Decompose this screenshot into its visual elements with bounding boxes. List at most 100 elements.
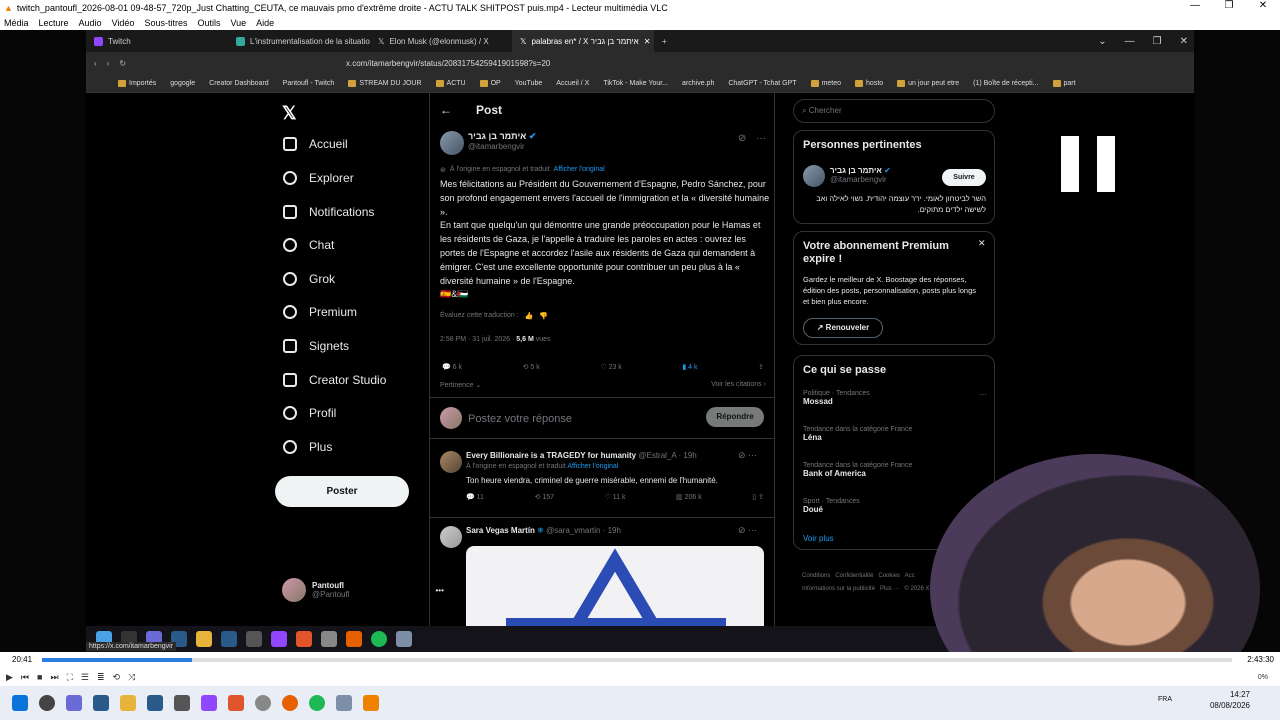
nav-creator-studio[interactable]: Creator Studio — [283, 373, 386, 387]
bookmark-icon[interactable]: ▯ ⇪ — [752, 493, 764, 501]
brave-icon[interactable] — [228, 695, 244, 711]
bookmark[interactable]: gogogle — [170, 80, 195, 87]
menu-audio[interactable]: Audio — [79, 18, 102, 28]
follow-button[interactable]: Suivre — [942, 169, 986, 186]
bookmark[interactable]: OP — [479, 79, 501, 87]
views-action[interactable]: ▥ 206 k — [676, 493, 702, 501]
bookmark[interactable]: part — [1052, 79, 1076, 87]
browser-minimize[interactable]: — — [1125, 36, 1135, 47]
renew-button[interactable]: ↗ Renouveler — [803, 318, 883, 338]
next-icon[interactable]: ⏭ — [50, 672, 58, 683]
bookmark[interactable]: hosto — [855, 79, 883, 87]
nav-premium[interactable]: Premium — [283, 305, 357, 319]
like-action[interactable]: ♡ 11 k — [605, 493, 626, 501]
search-input[interactable]: ⌕ Chercher — [793, 99, 995, 123]
firefox-icon[interactable] — [282, 695, 298, 711]
browser-maximize[interactable]: ❐ — [1153, 36, 1162, 47]
folder-icon[interactable] — [120, 695, 136, 711]
trend-item[interactable]: Tendance dans la catégorie France Bank of… — [803, 462, 987, 478]
reply-action[interactable]: 💬 6 k — [442, 363, 462, 371]
relevance-dropdown[interactable]: Pertinence ⌄ — [440, 381, 481, 389]
bookmark[interactable]: archive.ph — [682, 80, 714, 87]
bookmark-action[interactable]: ▮ 4 k — [682, 363, 697, 371]
bookmark[interactable]: ChatGPT - Tchat GPT — [728, 80, 796, 87]
footer-links[interactable]: Conditions Confidentialité Cookies Acc — [802, 573, 915, 579]
vlc-icon[interactable] — [363, 695, 379, 711]
seek-bar[interactable] — [42, 658, 1232, 662]
author-handle[interactable]: @itamarbengvir — [468, 142, 536, 151]
reload-icon[interactable]: ↻ — [119, 59, 126, 68]
play-icon[interactable]: ▶ — [6, 672, 13, 683]
tab-post[interactable]: 𝕏palabras en* / X איתמר בן גביר ✕ — [512, 30, 654, 52]
bookmark[interactable]: un jour peut etre — [897, 79, 959, 87]
see-more-link[interactable]: Voir plus — [803, 534, 834, 543]
bookmark[interactable]: Importés — [118, 79, 156, 87]
shuffle-icon[interactable]: ⤨ — [128, 672, 135, 683]
spotify-icon[interactable] — [309, 695, 325, 711]
bookmark[interactable]: ACTU — [435, 79, 466, 87]
twitch-icon[interactable] — [201, 695, 217, 711]
menu-subtitles[interactable]: Sous-titres — [144, 18, 187, 28]
bookmark[interactable]: YouTube — [515, 80, 543, 87]
nav-accueil[interactable]: Accueil — [283, 137, 348, 151]
discord-icon[interactable] — [66, 695, 82, 711]
search-icon[interactable] — [39, 695, 55, 711]
start-icon[interactable] — [12, 695, 28, 711]
system-clock[interactable]: FRA 14:27 08/08/2026 — [1158, 689, 1250, 711]
reply-item[interactable]: Sara Vegas Martín ❄ @sara_vmartin · 19h … — [430, 517, 774, 627]
x-logo-icon[interactable]: 𝕏 — [282, 103, 297, 124]
menu-view[interactable]: Vue — [230, 18, 246, 28]
avatar[interactable] — [803, 165, 825, 187]
trend-item[interactable]: Politique · Tendances Mossad ··· — [803, 390, 987, 406]
reply-action[interactable]: 💬 11 — [466, 493, 484, 501]
minimize-button[interactable]: — — [1178, 0, 1212, 11]
extended-settings-icon[interactable]: ☰ — [81, 672, 89, 683]
pause-icon[interactable] — [1061, 136, 1133, 197]
show-original-link[interactable]: Afficher l'original — [554, 166, 605, 174]
back-icon[interactable]: ‹ — [94, 59, 97, 68]
bookmark[interactable]: STREAM DU JOUR — [348, 79, 422, 87]
chevron-down-icon[interactable]: ⌄ — [1098, 36, 1106, 47]
grok-icon[interactable]: ⊘ ··· — [738, 450, 757, 461]
reply-input[interactable]: Postez votre réponse — [468, 413, 572, 425]
close-tab-icon[interactable]: ✕ — [644, 37, 651, 46]
trend-item[interactable]: Tendance dans la catégorie France Léna — [803, 426, 987, 442]
thumbs-up-icon[interactable]: 👍 — [525, 312, 534, 320]
show-original-link[interactable]: Afficher l'original — [567, 463, 618, 470]
bookmark[interactable]: Pantoufl - Twitch — [283, 80, 335, 87]
more-dots-icon[interactable]: ··· — [756, 133, 766, 144]
post-button[interactable]: Poster — [275, 476, 409, 507]
nav-profil[interactable]: Profil — [283, 406, 336, 420]
close-icon[interactable]: ✕ — [978, 238, 986, 249]
bookmark[interactable]: Accueil / X — [556, 80, 589, 87]
language-indicator[interactable]: FRA — [1158, 694, 1172, 705]
tab-twitch[interactable]: Twitch — [86, 30, 228, 52]
citations-link[interactable]: Voir les citations › — [711, 381, 766, 389]
close-button[interactable]: ✕ — [1246, 0, 1280, 11]
nav-grok[interactable]: Grok — [283, 272, 335, 286]
grok-icon[interactable]: ⊘ — [738, 133, 746, 144]
forward-icon[interactable]: › — [107, 59, 110, 68]
bookmark[interactable]: meteo — [810, 79, 841, 87]
author-name[interactable]: איתמר בן גביר ✔ — [468, 131, 536, 142]
new-tab-button[interactable]: + — [654, 37, 675, 46]
menu-media[interactable]: Média — [4, 18, 29, 28]
app-icon[interactable] — [174, 695, 190, 711]
israel-flag-image[interactable] — [466, 546, 764, 627]
nav-plus[interactable]: Plus — [283, 440, 332, 454]
fullscreen-icon[interactable]: ⛶ — [67, 672, 73, 683]
stop-icon[interactable]: ■ — [37, 672, 42, 682]
maximize-button[interactable]: ❐ — [1212, 0, 1246, 11]
like-action[interactable]: ♡ 23 k — [600, 363, 621, 371]
playlist-icon[interactable]: ≣ — [97, 672, 105, 683]
back-arrow-icon[interactable]: ← — [440, 103, 452, 117]
nav-explorer[interactable]: Explorer — [283, 171, 354, 185]
nav-notifications[interactable]: Notifications — [283, 205, 374, 219]
volume-level[interactable]: 0% — [1258, 674, 1268, 681]
menu-lecture[interactable]: Lecture — [39, 18, 69, 28]
tab-article[interactable]: L'instrumentalisation de la situation : — [228, 30, 370, 52]
grok-icon[interactable]: ⊘ ··· — [738, 525, 757, 536]
thumbs-down-icon[interactable]: 👎 — [539, 312, 548, 320]
menu-video[interactable]: Vidéo — [112, 18, 135, 28]
menu-tools[interactable]: Outils — [197, 18, 220, 28]
